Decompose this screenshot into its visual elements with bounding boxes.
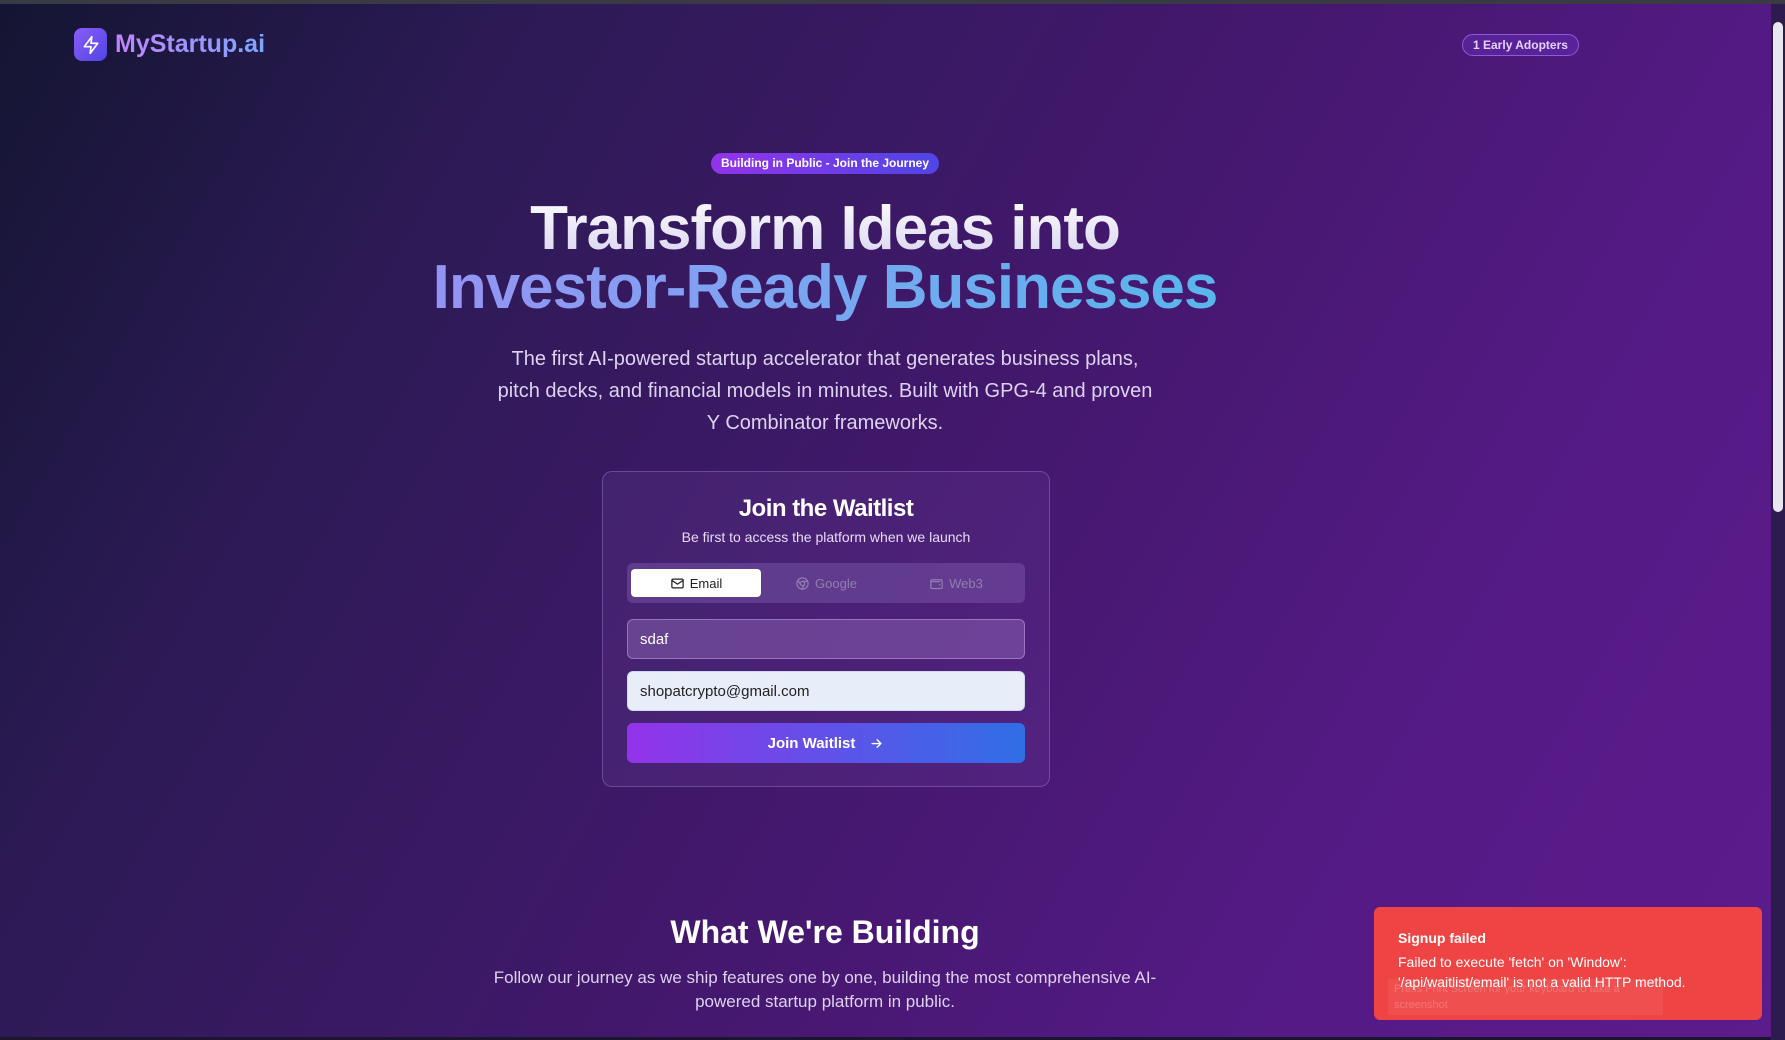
scrollbar-thumb[interactable] [1773, 22, 1783, 512]
tab-google-label: Google [815, 575, 857, 591]
waitlist-title: Join the Waitlist [738, 495, 914, 522]
wallet-icon [930, 578, 943, 589]
name-input[interactable]: sdaf [627, 619, 1025, 659]
waitlist-subtitle: Be first to access the platform when we … [681, 529, 971, 545]
tab-web3[interactable]: Web3 [891, 569, 1021, 597]
join-waitlist-button[interactable]: Join Waitlist [627, 723, 1025, 763]
section-subtitle: Follow our journey as we ship features o… [493, 968, 1157, 1011]
email-input[interactable]: shopatcrypto@gmail.com [627, 671, 1025, 711]
error-toast[interactable]: Press Print Screen for your keyboard to … [1374, 907, 1762, 1020]
tab-web3-label: Web3 [949, 575, 983, 591]
hero-title-word-businesses: Businesses [882, 253, 1218, 322]
hero-subtitle: The first AI-powered startup accelerator… [497, 348, 1153, 434]
window-top-border [0, 0, 1785, 4]
mail-icon [670, 578, 684, 588]
brand-name: MyStartup.ai [115, 30, 266, 58]
early-adopters-badge: 1 Early Adopters [1462, 34, 1579, 56]
join-waitlist-label: Join Waitlist [767, 734, 856, 752]
signup-method-tabs: Email Google Web3 [627, 563, 1025, 603]
tab-google[interactable]: Google [761, 569, 891, 597]
arrow-right-icon [871, 738, 883, 748]
chrome-icon [796, 576, 809, 590]
tab-email[interactable]: Email [631, 569, 761, 597]
hero-title-line2: Investor-Ready Businesses [0, 252, 1650, 323]
brand[interactable]: MyStartup.ai [74, 28, 265, 61]
tab-email-label: Email [689, 575, 723, 591]
building-in-public-pill: Building in Public - Join the Journey [711, 153, 940, 174]
page-scrollbar[interactable] [1771, 4, 1785, 1040]
waitlist-card: Join the Waitlist Be first to access the… [602, 471, 1050, 787]
toast-ghost-text: Press Print Screen for your keyboard to … [1388, 979, 1663, 1015]
toast-title: Signup failed [1398, 930, 1486, 946]
hero-title-word-investor-ready: Investor-Ready [432, 253, 867, 322]
lightning-icon [74, 28, 107, 61]
